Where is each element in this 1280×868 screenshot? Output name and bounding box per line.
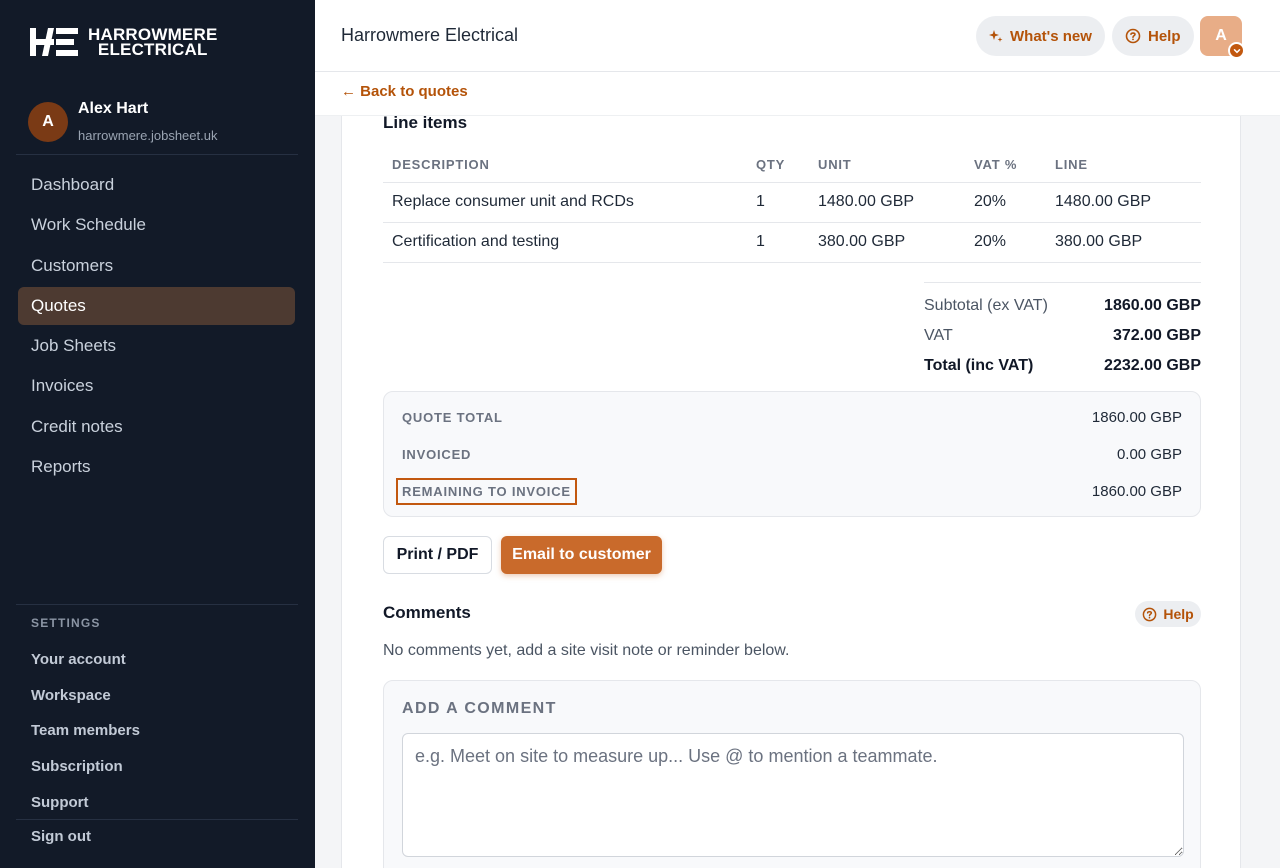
settings-item-subscription[interactable]: Subscription (31, 749, 140, 785)
total-value: 2232.00 GBP (1104, 357, 1201, 374)
help-label: Help (1148, 27, 1181, 45)
invoiced-row: INVOICED 0.00 GBP (402, 446, 1182, 463)
nav-item-credit-notes[interactable]: Credit notes (18, 408, 295, 446)
empty-comments-message: No comments yet, add a site visit note o… (383, 642, 790, 659)
subtotal-value: 1860.00 GBP (1104, 297, 1201, 314)
settings-item-workspace[interactable]: Workspace (31, 678, 140, 714)
print-pdf-button[interactable]: Print / PDF (383, 536, 492, 574)
vat-label: VAT (924, 327, 953, 344)
vat-value: 372.00 GBP (1112, 327, 1201, 344)
help-label: Help (1163, 606, 1194, 622)
whats-new-button[interactable]: What's new (976, 16, 1105, 56)
column-header: VAT % (965, 148, 1046, 183)
user-domain: harrowmere.jobsheet.uk (78, 128, 218, 143)
remaining-to-invoice-value: 1860.00 GBP (1091, 483, 1182, 500)
chevron-down-icon (1228, 42, 1245, 59)
column-header: QTY (747, 148, 809, 183)
settings-item-your-account[interactable]: Your account (31, 642, 140, 678)
invoice-summary-panel: QUOTE TOTAL 1860.00 GBP INVOICED 0.00 GB… (383, 391, 1201, 517)
table-header-row: DESCRIPTION QTY UNIT VAT % LINE (383, 148, 1201, 183)
settings-item-team-members[interactable]: Team members (31, 713, 140, 749)
settings-item-support[interactable]: Support (31, 784, 140, 820)
cell-unit: 1480.00 GBP (809, 182, 965, 223)
nav-item-work-schedule[interactable]: Work Schedule (18, 206, 295, 244)
top-bar: Harrowmere Electrical What's new Help A (315, 0, 1280, 72)
cell-vat: 20% (965, 182, 1046, 223)
cell-qty: 1 (747, 182, 809, 223)
cell-description: Replace consumer unit and RCDs (383, 182, 747, 223)
subtotal-row: Subtotal (ex VAT) 1860.00 GBP (924, 291, 1201, 321)
table-row: Replace consumer unit and RCDs 1 1480.00… (383, 182, 1201, 223)
help-button[interactable]: Help (1112, 16, 1194, 56)
comments-heading: Comments (383, 603, 471, 622)
remaining-row: REMAINING TO INVOICE 1860.00 GBP (396, 478, 1182, 505)
quote-total-label: QUOTE TOTAL (402, 410, 503, 425)
line-items-heading: Line items (383, 113, 468, 132)
line-items-table: DESCRIPTION QTY UNIT VAT % LINE Replace … (383, 148, 1201, 263)
invoiced-value: 0.00 GBP (1116, 446, 1182, 463)
quote-detail-card: Line items DESCRIPTION QTY UNIT VAT % LI… (341, 113, 1241, 868)
settings-heading: SETTINGS (31, 616, 101, 630)
table-row: Certification and testing 1 380.00 GBP 2… (383, 222, 1201, 263)
cell-unit: 380.00 GBP (809, 222, 965, 263)
email-to-customer-button[interactable]: Email to customer (501, 536, 662, 574)
add-comment-panel: ADD A COMMENT (383, 680, 1201, 868)
main-nav: Dashboard Work Schedule Customers Quotes… (18, 166, 295, 488)
back-to-quotes-link[interactable]: ← Back to quotes (341, 83, 468, 100)
vat-row: VAT 372.00 GBP (924, 321, 1201, 351)
nav-item-dashboard[interactable]: Dashboard (18, 166, 295, 204)
whats-new-label: What's new (1010, 27, 1092, 45)
brand-logo[interactable]: HARROWMERE ELECTRICAL (30, 26, 218, 58)
cell-line: 380.00 GBP (1046, 222, 1201, 263)
user-name: Alex Hart (78, 100, 149, 117)
quote-total-value: 1860.00 GBP (1091, 409, 1182, 426)
invoiced-label: INVOICED (402, 447, 472, 462)
logo-mark-icon (30, 28, 78, 56)
settings-nav: Your account Workspace Team members Subs… (31, 642, 140, 820)
divider (16, 819, 298, 820)
column-header: DESCRIPTION (383, 148, 747, 183)
nav-item-job-sheets[interactable]: Job Sheets (18, 327, 295, 365)
total-row: Total (inc VAT) 2232.00 GBP (924, 351, 1201, 381)
comment-input[interactable] (402, 733, 1184, 857)
account-menu-button[interactable]: A (1200, 16, 1245, 59)
sidebar: HARROWMERE ELECTRICAL A Alex Hart harrow… (0, 0, 315, 868)
back-bar: ← Back to quotes (315, 72, 1280, 116)
brand-name: HARROWMERE ELECTRICAL (88, 25, 218, 59)
sign-out-link[interactable]: Sign out (31, 828, 91, 845)
subtotal-label: Subtotal (ex VAT) (924, 297, 1048, 314)
sparkle-icon (989, 30, 1003, 42)
cell-description: Certification and testing (383, 222, 747, 263)
help-circle-icon (1142, 607, 1157, 621)
nav-item-invoices[interactable]: Invoices (18, 367, 295, 405)
total-label: Total (inc VAT) (924, 357, 1034, 374)
help-circle-icon (1125, 28, 1141, 44)
comments-help-button[interactable]: Help (1135, 601, 1201, 627)
page-title: Harrowmere Electrical (341, 25, 519, 45)
user-profile[interactable]: A Alex Hart harrowmere.jobsheet.uk (28, 100, 217, 143)
cell-line: 1480.00 GBP (1046, 182, 1201, 223)
nav-item-customers[interactable]: Customers (18, 247, 295, 285)
column-header: UNIT (809, 148, 965, 183)
quote-total-row: QUOTE TOTAL 1860.00 GBP (402, 409, 1182, 426)
column-header: LINE (1046, 148, 1201, 183)
remaining-to-invoice-label: REMAINING TO INVOICE (396, 478, 577, 505)
nav-item-quotes[interactable]: Quotes (18, 286, 295, 325)
totals-block: Subtotal (ex VAT) 1860.00 GBP VAT 372.00… (924, 282, 1201, 381)
avatar: A (1215, 27, 1227, 44)
cell-vat: 20% (965, 222, 1046, 263)
divider (16, 604, 298, 605)
avatar: A (28, 101, 68, 142)
nav-item-reports[interactable]: Reports (18, 448, 295, 486)
divider (16, 154, 298, 155)
add-comment-heading: ADD A COMMENT (402, 700, 557, 717)
cell-qty: 1 (747, 222, 809, 263)
